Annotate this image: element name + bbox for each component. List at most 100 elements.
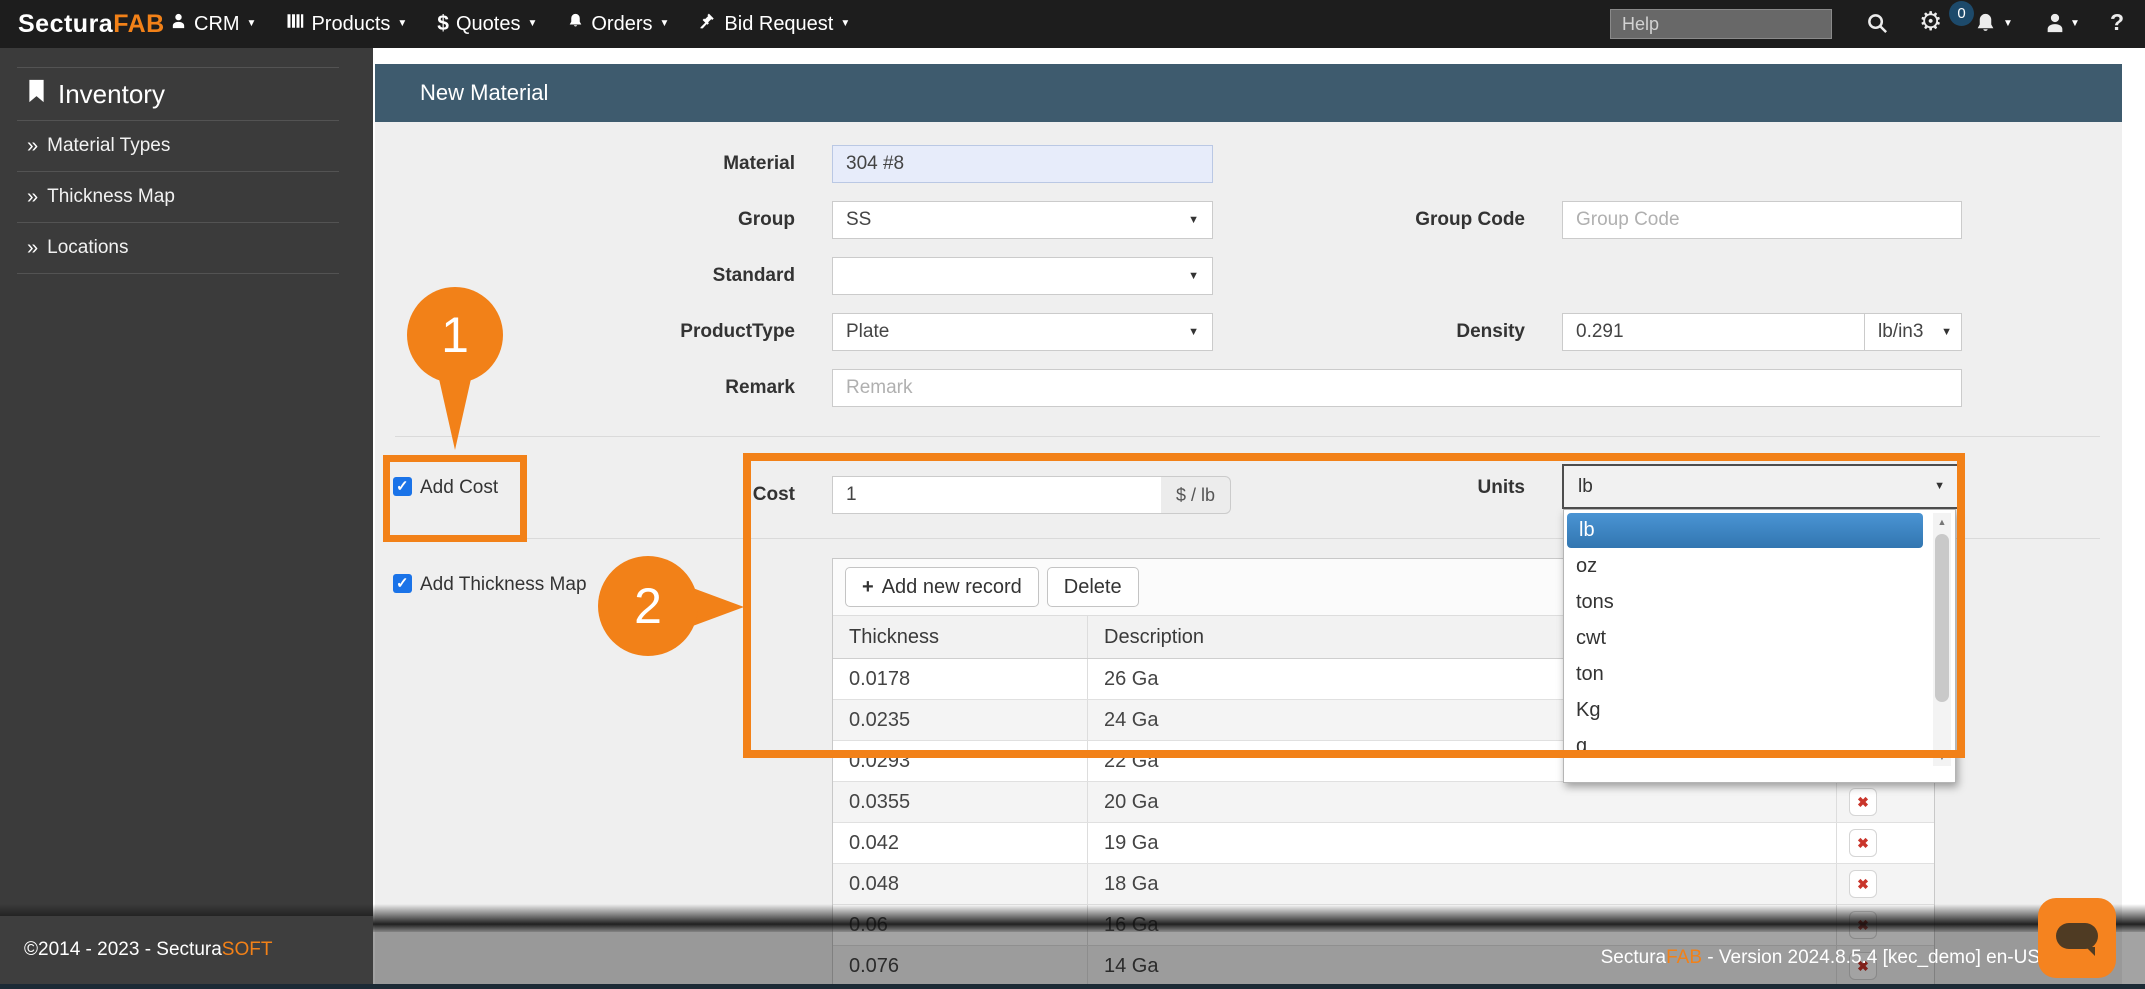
delete-row-button[interactable]: ✖ xyxy=(1849,829,1877,857)
thickness-cell: 0.042 xyxy=(849,831,900,854)
product-type-label: ProductType xyxy=(680,321,795,342)
dollar-icon: $ xyxy=(437,12,449,35)
group-code-input[interactable] xyxy=(1562,201,1962,239)
version-text: - Version 2024.8.5.4 [kec_demo] en-US xyxy=(1702,947,2040,968)
caret-down-icon: ▼ xyxy=(1188,325,1199,338)
density-input[interactable] xyxy=(1562,313,1865,351)
top-navbar: Sectura FAB CRM ▼ Products ▼ $ Quotes ▼ O… xyxy=(0,0,2145,48)
density-unit-value: lb/in3 xyxy=(1878,321,1924,342)
sidebar-item-label: Locations xyxy=(47,237,129,258)
density-label: Density xyxy=(1456,321,1525,342)
caret-down-icon: ▼ xyxy=(1188,213,1199,226)
annotation-box-cost-units xyxy=(743,453,1965,758)
help-question-icon[interactable]: ? xyxy=(2110,9,2124,36)
logo-text-prefix: Sectura xyxy=(18,9,114,38)
menu-label: Quotes xyxy=(455,12,521,35)
menu-label: Bid Request xyxy=(724,12,834,35)
menu-crm[interactable]: CRM ▼ xyxy=(170,12,256,36)
menu-label: CRM xyxy=(194,12,240,35)
thickness-cell: 0.0355 xyxy=(849,790,911,813)
page-title: New Material xyxy=(420,80,549,105)
app-logo[interactable]: Sectura FAB xyxy=(18,0,165,48)
group-select-value: SS xyxy=(846,209,872,230)
sidebar-item-thickness-map[interactable]: » Thickness Map xyxy=(17,172,339,223)
notifications-bell-icon[interactable] xyxy=(1974,12,1997,40)
notification-badge: 0 xyxy=(1949,1,1974,26)
sidebar-title-label: Inventory xyxy=(58,78,165,109)
delete-row-button[interactable]: ✖ xyxy=(1849,788,1877,816)
caret-down-icon[interactable]: ▼ xyxy=(2003,19,2013,29)
footer-bottom-strip xyxy=(0,984,2145,989)
bookmark-icon xyxy=(27,79,46,110)
table-row: 0.048 18 Ga ✖ xyxy=(833,864,1934,905)
description-cell: 20 Ga xyxy=(1087,782,1836,822)
footer-version: Sectura FAB - Version 2024.8.5.4 [kec_dem… xyxy=(1520,932,2040,984)
sidebar: Inventory » Material Types » Thickness M… xyxy=(0,48,373,989)
sidebar-item-locations[interactable]: » Locations xyxy=(17,223,339,274)
thickness-cell: 0.048 xyxy=(849,872,900,895)
caret-down-icon[interactable]: ▼ xyxy=(2070,19,2080,29)
menu-label: Products xyxy=(311,12,391,35)
sidebar-item-material-types[interactable]: » Material Types xyxy=(17,121,339,172)
material-input[interactable] xyxy=(832,145,1213,183)
description-cell: 18 Ga xyxy=(1087,864,1836,904)
logo-text-suffix: FAB xyxy=(113,9,165,38)
main-menu: CRM ▼ Products ▼ $ Quotes ▼ Orders ▼ Bid… xyxy=(170,0,850,48)
caret-down-icon: ▼ xyxy=(840,18,851,29)
annotation-balloon-2: 2 xyxy=(598,556,698,656)
add-thickness-map-checkbox[interactable] xyxy=(393,574,412,593)
material-label: Material xyxy=(723,153,795,174)
table-row: 0.042 19 Ga ✖ xyxy=(833,823,1934,864)
copyright-text: ©2014 - 2023 - Sectura xyxy=(24,939,222,960)
density-unit-select[interactable]: lb/in3 ▼ xyxy=(1864,313,1962,351)
columns-icon xyxy=(286,12,304,36)
caret-down-icon: ▼ xyxy=(397,18,408,29)
user-icon xyxy=(170,12,187,36)
chat-bubble-icon xyxy=(2056,923,2098,956)
remark-input[interactable] xyxy=(832,369,1962,407)
product-type-select-value: Plate xyxy=(846,321,890,342)
menu-label: Orders xyxy=(591,12,653,35)
chevron-right-icon: » xyxy=(27,185,39,208)
version-brand-accent: FAB xyxy=(1666,947,1703,968)
annotation-box-add-cost xyxy=(383,455,527,542)
section-divider xyxy=(395,436,2100,437)
standard-select[interactable]: ▼ xyxy=(832,257,1213,295)
menu-orders[interactable]: Orders ▼ xyxy=(567,12,669,36)
annotation-balloon-1: 1 xyxy=(407,287,503,383)
remark-label: Remark xyxy=(725,377,795,398)
table-row: 0.0355 20 Ga ✖ xyxy=(833,782,1934,823)
search-icon[interactable] xyxy=(1866,12,1889,40)
bell-icon xyxy=(567,12,584,36)
chat-widget-button[interactable] xyxy=(2038,898,2116,978)
group-code-label: Group Code xyxy=(1415,209,1525,230)
x-icon: ✖ xyxy=(1857,835,1869,851)
menu-products[interactable]: Products ▼ xyxy=(286,12,407,36)
account-user-icon[interactable] xyxy=(2044,12,2066,39)
sidebar-item-label: Material Types xyxy=(47,135,171,156)
menu-quotes[interactable]: $ Quotes ▼ xyxy=(437,12,537,36)
copyright-accent: SOFT xyxy=(221,939,273,960)
delete-row-button[interactable]: ✖ xyxy=(1849,870,1877,898)
x-icon: ✖ xyxy=(1857,794,1869,810)
help-search-input[interactable] xyxy=(1610,9,1832,39)
version-brand: Sectura xyxy=(1600,947,1667,968)
sidebar-item-label: Thickness Map xyxy=(47,186,175,207)
standard-label: Standard xyxy=(712,265,795,286)
menu-bid-request[interactable]: Bid Request ▼ xyxy=(699,12,850,36)
sidebar-title-inventory: Inventory xyxy=(17,67,339,121)
chevron-right-icon: » xyxy=(27,236,39,259)
description-cell: 19 Ga xyxy=(1087,823,1836,863)
caret-down-icon: ▼ xyxy=(527,18,538,29)
chevron-right-icon: » xyxy=(27,134,39,157)
add-thickness-map-label: Add Thickness Map xyxy=(420,574,587,595)
caret-down-icon: ▼ xyxy=(659,18,670,29)
page-header: New Material xyxy=(375,64,2122,122)
product-type-select[interactable]: Plate ▼ xyxy=(832,313,1213,351)
x-icon: ✖ xyxy=(1857,876,1869,892)
gear-icon[interactable]: ⚙ xyxy=(1919,7,1942,37)
group-select[interactable]: SS ▼ xyxy=(832,201,1213,239)
caret-down-icon: ▼ xyxy=(246,18,257,29)
gavel-icon xyxy=(699,12,717,36)
annotation-balloon-2-tail xyxy=(690,587,744,627)
